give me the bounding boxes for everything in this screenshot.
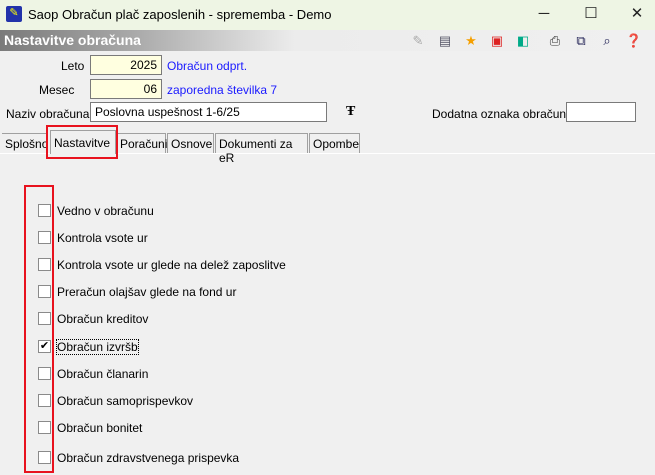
search-db-icon[interactable]: ⌕ [598, 32, 616, 49]
naziv-label: Naziv obračuna [6, 107, 90, 121]
sequence-text: zaporedna številka 7 [167, 83, 278, 97]
checkbox[interactable] [38, 394, 51, 407]
dodatna-label: Dodatna oznaka obračuna [432, 107, 573, 121]
checkbox[interactable] [38, 451, 51, 464]
checkbox[interactable] [38, 258, 51, 271]
checkbox-label[interactable]: Obračun članarin [57, 367, 148, 381]
tab-poracuni[interactable]: Poračuni [116, 133, 167, 153]
mesec-input[interactable]: 06 [90, 79, 162, 99]
tab-dokumenti[interactable]: Dokumenti za eR [215, 133, 308, 165]
checkbox-label[interactable]: Vedno v obračunu [57, 204, 154, 218]
checkbox[interactable]: ✔ [38, 340, 51, 353]
dodatna-input[interactable] [566, 102, 636, 122]
copy-icon[interactable]: ⧉ [572, 32, 590, 49]
leto-input[interactable]: 2025 [90, 55, 162, 75]
window-title: Saop Obračun plač zaposlenih - sprememba… [28, 7, 332, 22]
close-button[interactable]: ✕ [622, 4, 652, 24]
checkbox-label[interactable]: Preračun olajšav glede na fond ur [57, 285, 236, 299]
checkbox[interactable] [38, 367, 51, 380]
text-format-icon[interactable]: Ŧ [346, 104, 355, 120]
tab-splosno[interactable]: Splošno [2, 133, 48, 153]
checkbox[interactable] [38, 421, 51, 434]
checkbox[interactable] [38, 312, 51, 325]
app-icon: ✎ [6, 6, 22, 22]
checkbox[interactable] [38, 231, 51, 244]
checkbox-label[interactable]: Obračun kreditov [57, 312, 148, 326]
checkbox-label[interactable]: Kontrola vsote ur glede na delež zaposli… [57, 258, 286, 272]
section-title: Nastavitve obračuna [4, 32, 141, 48]
delete-icon[interactable]: ▣ [488, 32, 506, 49]
tab-osnove[interactable]: Osnove [167, 133, 214, 153]
cube-icon[interactable]: ◧ [514, 32, 532, 49]
mesec-label: Mesec [39, 83, 75, 97]
checkbox[interactable] [38, 285, 51, 298]
maximize-button[interactable]: ☐ [576, 4, 606, 24]
title-bar: ✎ Saop Obračun plač zaposlenih - spremem… [0, 0, 655, 30]
checkbox[interactable] [38, 204, 51, 217]
help-book-icon[interactable]: ❓ [625, 32, 643, 49]
edit-icon[interactable]: ✎ [409, 32, 427, 49]
columns-icon[interactable]: ▤ [436, 32, 454, 49]
star-icon[interactable]: ★ [462, 32, 480, 49]
tab-opombe[interactable]: Opombe [309, 133, 360, 153]
checkbox-label[interactable]: Kontrola vsote ur [57, 231, 148, 245]
status-text: Obračun odprt. [167, 59, 248, 73]
print-icon[interactable]: ⎙ [546, 32, 564, 49]
checkbox-label[interactable]: Obračun zdravstvenega prispevka [57, 451, 239, 465]
minimize-button[interactable]: ─ [529, 4, 559, 24]
checkbox-label[interactable]: Obračun bonitet [57, 421, 142, 435]
highlight-tab [46, 125, 118, 159]
checkbox-label[interactable]: Obračun samoprispevkov [57, 394, 193, 408]
naziv-input[interactable]: Poslovna uspešnost 1-6/25 [90, 102, 327, 122]
leto-label: Leto [61, 59, 85, 73]
checkbox-label[interactable]: Obračun izvršb [56, 339, 139, 355]
section-header: Nastavitve obračuna ✎ ▤ ★ ▣ ◧ ⎙ ⧉ ⌕ ❓ [0, 30, 655, 51]
